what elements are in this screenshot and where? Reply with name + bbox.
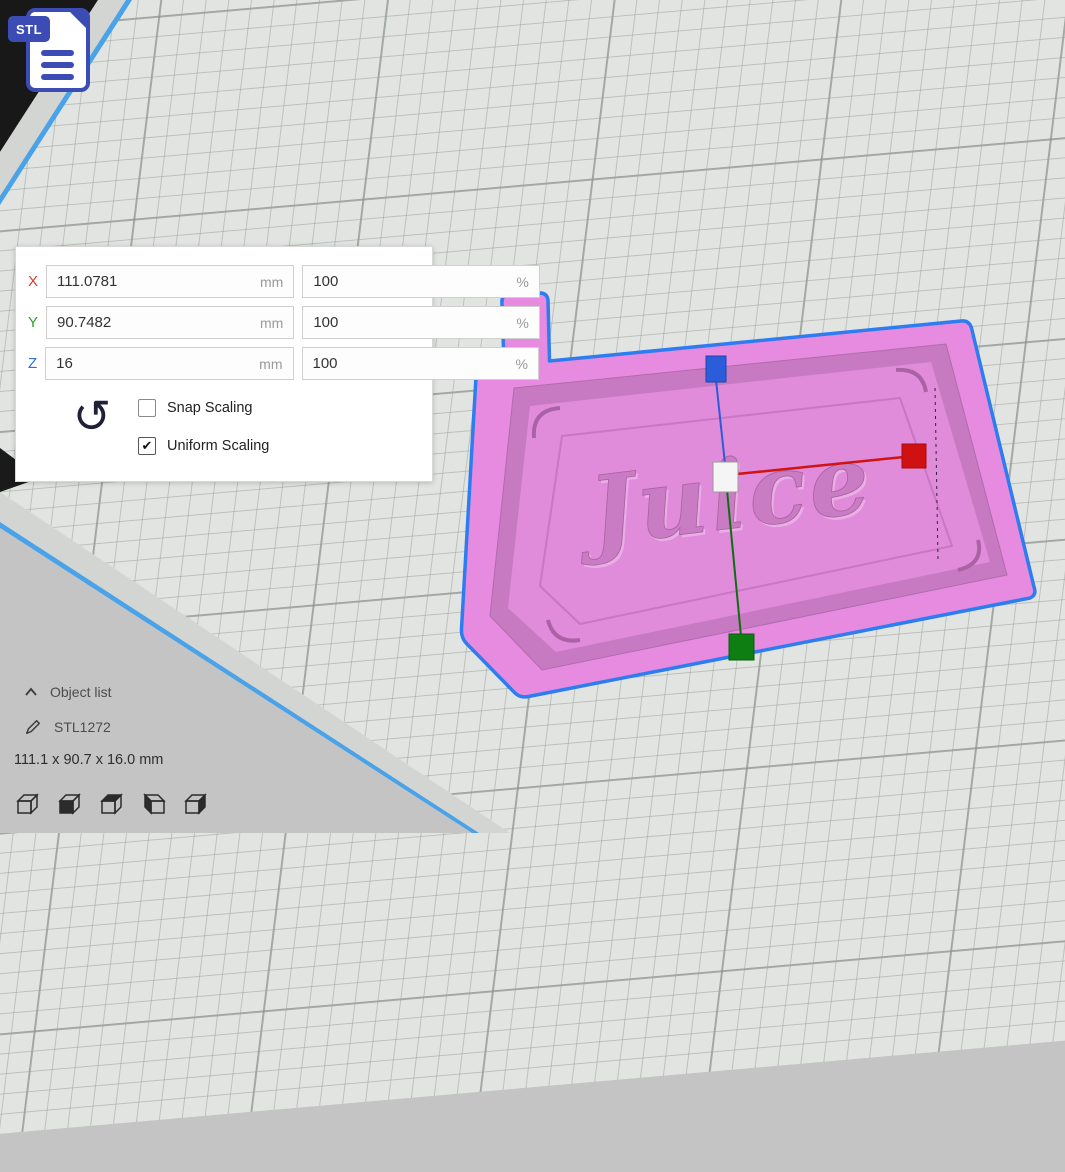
x-size-unit: mm <box>260 274 293 290</box>
model-juice-mold[interactable]: Juice Juice <box>430 278 1055 723</box>
z-size-field: mm <box>45 347 293 380</box>
x-percent-field: % <box>302 265 539 298</box>
scale-handle-z[interactable] <box>706 356 726 382</box>
y-size-unit: mm <box>260 315 293 331</box>
x-percent-input[interactable] <box>303 273 516 290</box>
document-line <box>41 50 74 56</box>
view-right-icon[interactable] <box>182 790 210 818</box>
z-percent-field: % <box>302 347 539 380</box>
reset-scale-button[interactable]: ↺ <box>68 389 116 443</box>
document-line <box>41 62 74 68</box>
pencil-icon <box>24 718 42 736</box>
chevron-up-icon <box>24 687 38 697</box>
scale-handle-x[interactable] <box>902 444 926 468</box>
scale-handle-y[interactable] <box>729 634 754 660</box>
x-percent-unit: % <box>516 274 538 290</box>
snap-scaling-option[interactable]: Snap Scaling <box>138 399 252 417</box>
view-top-icon[interactable] <box>98 790 126 818</box>
y-percent-input[interactable] <box>303 314 516 331</box>
view-front-icon[interactable] <box>56 790 84 818</box>
y-axis-label: Y <box>28 314 38 331</box>
camera-view-toolbar <box>14 790 210 818</box>
y-size-field: mm <box>46 306 294 339</box>
object-list-item[interactable]: STL1272 <box>24 718 111 736</box>
y-percent-unit: % <box>516 315 538 331</box>
stl-badge: STL <box>8 16 50 42</box>
scale-handle-center[interactable] <box>713 462 738 492</box>
object-list-label: Object list <box>50 684 111 700</box>
z-axis-label: Z <box>28 355 37 372</box>
z-percent-unit: % <box>516 356 538 372</box>
x-axis-label: X <box>28 273 38 290</box>
y-percent-field: % <box>302 306 539 339</box>
snap-scaling-checkbox[interactable] <box>138 399 156 417</box>
z-size-unit: mm <box>259 356 292 372</box>
uniform-scaling-checkbox[interactable]: ✔ <box>138 437 156 455</box>
view-3d-icon[interactable] <box>14 790 42 818</box>
object-list-toggle[interactable]: Object list <box>24 684 111 700</box>
snap-scaling-label: Snap Scaling <box>167 400 252 416</box>
object-name: STL1272 <box>54 719 111 735</box>
z-size-input[interactable] <box>46 355 259 372</box>
z-percent-input[interactable] <box>303 355 516 372</box>
view-left-icon[interactable] <box>140 790 168 818</box>
x-size-field: mm <box>46 265 294 298</box>
folded-corner-icon <box>69 11 87 29</box>
x-size-input[interactable] <box>47 273 260 290</box>
stl-file-icon: STL <box>8 4 96 96</box>
document-line <box>41 74 74 80</box>
y-size-input[interactable] <box>47 314 260 331</box>
model-dimensions: 111.1 x 90.7 x 16.0 mm <box>14 752 163 768</box>
scale-tool-panel: X mm % Y mm % Z mm % ↺ <box>15 246 433 482</box>
uniform-scaling-label: Uniform Scaling <box>167 438 269 454</box>
uniform-scaling-option[interactable]: ✔ Uniform Scaling <box>138 437 269 455</box>
